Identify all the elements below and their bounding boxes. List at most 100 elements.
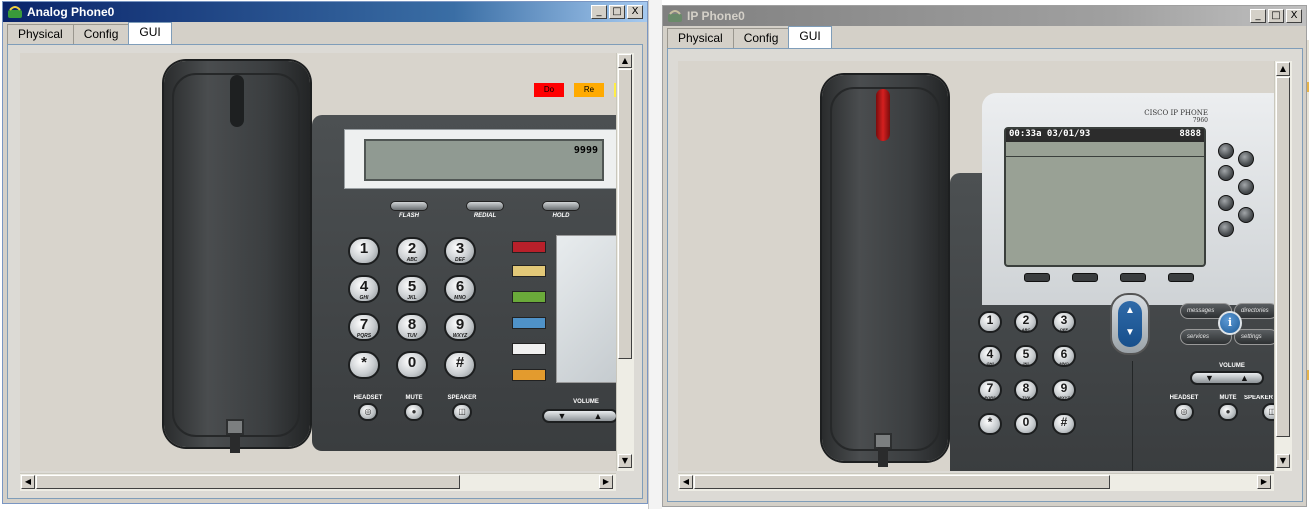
- tab-physical[interactable]: Physical: [7, 24, 74, 44]
- line-button-4[interactable]: [1238, 179, 1254, 195]
- flash-button[interactable]: [390, 201, 428, 211]
- line-button-3[interactable]: [1218, 165, 1234, 181]
- horizontal-scrollbar[interactable]: ◀ ▶: [678, 473, 1274, 491]
- softkey-4[interactable]: [1168, 273, 1194, 282]
- tab-gui[interactable]: GUI: [128, 22, 172, 44]
- mute-button[interactable]: ●: [1218, 403, 1238, 421]
- softkey-2[interactable]: [1072, 273, 1098, 282]
- speaker-button[interactable]: ◫: [452, 403, 472, 421]
- key-2[interactable]: 2 ABC: [1014, 311, 1038, 333]
- tab-physical[interactable]: Physical: [667, 28, 734, 48]
- vertical-scrollbar[interactable]: ▲ ▼: [1274, 61, 1292, 471]
- line-button-7[interactable]: [1218, 221, 1234, 237]
- key-3[interactable]: 3 DEF: [444, 237, 476, 265]
- key-6[interactable]: 6 MNO: [1052, 345, 1076, 367]
- hold-button[interactable]: [542, 201, 580, 211]
- volume-down-icon[interactable]: ▼: [1192, 373, 1227, 383]
- horizontal-scrollbar[interactable]: ◀ ▶: [20, 473, 616, 491]
- key-3[interactable]: 3 DEF: [1052, 311, 1076, 333]
- mute-label: MUTE: [405, 395, 423, 401]
- scroll-down-icon[interactable]: ▼: [618, 454, 632, 468]
- line-button-5[interactable]: [1218, 195, 1234, 211]
- vertical-scrollbar[interactable]: ▲ ▼: [616, 53, 634, 471]
- softkey-3[interactable]: [1120, 273, 1146, 282]
- key-9[interactable]: 9 WXYZ: [444, 313, 476, 341]
- scrollbar-thumb[interactable]: [618, 69, 632, 359]
- scrollbar-thumb[interactable]: [694, 475, 1110, 489]
- key-9[interactable]: 9 WXYZ: [1052, 379, 1076, 401]
- nav-up-icon[interactable]: ▲: [1118, 305, 1142, 316]
- brand-label: CISCO IP PHONE: [1144, 109, 1208, 117]
- volume-up-icon[interactable]: ▲: [1227, 373, 1262, 383]
- volume-down-icon[interactable]: ▼: [544, 411, 580, 421]
- line-button-2[interactable]: [1238, 151, 1254, 167]
- settings-button[interactable]: settings: [1234, 329, 1274, 345]
- key-8[interactable]: 8 TUV: [1014, 379, 1038, 401]
- nav-down-icon[interactable]: ▼: [1118, 327, 1142, 338]
- key-1[interactable]: 1: [978, 311, 1002, 333]
- minimize-button[interactable]: _: [1250, 9, 1266, 23]
- line-button-6[interactable]: [512, 369, 546, 381]
- volume-rocker[interactable]: ▼ ▲: [1190, 371, 1264, 385]
- speaker-button[interactable]: ◫: [1262, 403, 1274, 421]
- volume-label: VOLUME: [1219, 363, 1245, 369]
- volume-up-icon[interactable]: ▲: [580, 411, 616, 421]
- indicator-do: Do: [534, 83, 564, 97]
- scroll-down-icon[interactable]: ▼: [1276, 454, 1290, 468]
- tab-gui[interactable]: GUI: [788, 26, 832, 48]
- maximize-button[interactable]: □: [1268, 9, 1284, 23]
- line-button-2[interactable]: [512, 265, 546, 277]
- scroll-right-icon[interactable]: ▶: [1257, 475, 1271, 489]
- key-5[interactable]: 5 JKL: [396, 275, 428, 303]
- window-titlebar[interactable]: IP Phone0 _ □ X: [663, 6, 1306, 26]
- speaker-label: SPEAKER: [1244, 395, 1274, 401]
- headset-button[interactable]: ◎: [1174, 403, 1194, 421]
- key-star[interactable]: *: [348, 351, 380, 379]
- volume-rocker[interactable]: ▼ ▲: [542, 409, 616, 423]
- minimize-button[interactable]: _: [591, 5, 607, 19]
- line-button-4[interactable]: [512, 317, 546, 329]
- key-hash[interactable]: #: [1052, 413, 1076, 435]
- keypad-divider: [1132, 361, 1133, 471]
- key-4[interactable]: 4 GHI: [348, 275, 380, 303]
- key-0[interactable]: 0: [1014, 413, 1038, 435]
- softkey-1[interactable]: [1024, 273, 1050, 282]
- scrollbar-thumb[interactable]: [1276, 77, 1290, 437]
- close-button[interactable]: X: [627, 5, 643, 19]
- line-button-6[interactable]: [1238, 207, 1254, 223]
- window-titlebar[interactable]: Analog Phone0 _ □ X: [3, 2, 647, 22]
- line-button-1[interactable]: [1218, 143, 1234, 159]
- scroll-up-icon[interactable]: ▲: [1276, 62, 1290, 76]
- info-button[interactable]: i: [1218, 311, 1242, 335]
- scroll-left-icon[interactable]: ◀: [679, 475, 693, 489]
- display-divider: [1006, 156, 1204, 157]
- key-4[interactable]: 4 GHI: [978, 345, 1002, 367]
- scroll-up-icon[interactable]: ▲: [618, 54, 632, 68]
- line-button-1[interactable]: [512, 241, 546, 253]
- key-2[interactable]: 2 ABC: [396, 237, 428, 265]
- phone-display: 00:33a 03/01/93 8888: [1004, 127, 1206, 267]
- line-button-3[interactable]: [512, 291, 546, 303]
- mute-button[interactable]: ●: [404, 403, 424, 421]
- headset-button[interactable]: ◎: [358, 403, 378, 421]
- key-star[interactable]: *: [978, 413, 1002, 435]
- navigation-rocker[interactable]: ▲ ▼: [1110, 293, 1150, 355]
- phone-stage: CISCO IP PHONE 7960 00:33a 03/01/93 8888: [678, 61, 1274, 471]
- key-5[interactable]: 5 JKL: [1014, 345, 1038, 367]
- maximize-button[interactable]: □: [609, 5, 625, 19]
- key-1[interactable]: 1: [348, 237, 380, 265]
- tab-config[interactable]: Config: [732, 28, 790, 48]
- redial-button[interactable]: [466, 201, 504, 211]
- tab-config[interactable]: Config: [72, 24, 130, 44]
- key-8[interactable]: 8 TUV: [396, 313, 428, 341]
- key-7[interactable]: 7 PQRS: [348, 313, 380, 341]
- scroll-right-icon[interactable]: ▶: [599, 475, 613, 489]
- close-button[interactable]: X: [1286, 9, 1302, 23]
- key-6[interactable]: 6 MNO: [444, 275, 476, 303]
- scroll-left-icon[interactable]: ◀: [21, 475, 35, 489]
- key-7[interactable]: 7 PQRS: [978, 379, 1002, 401]
- scrollbar-thumb[interactable]: [36, 475, 460, 489]
- key-0[interactable]: 0: [396, 351, 428, 379]
- key-hash[interactable]: #: [444, 351, 476, 379]
- line-button-5[interactable]: [512, 343, 546, 355]
